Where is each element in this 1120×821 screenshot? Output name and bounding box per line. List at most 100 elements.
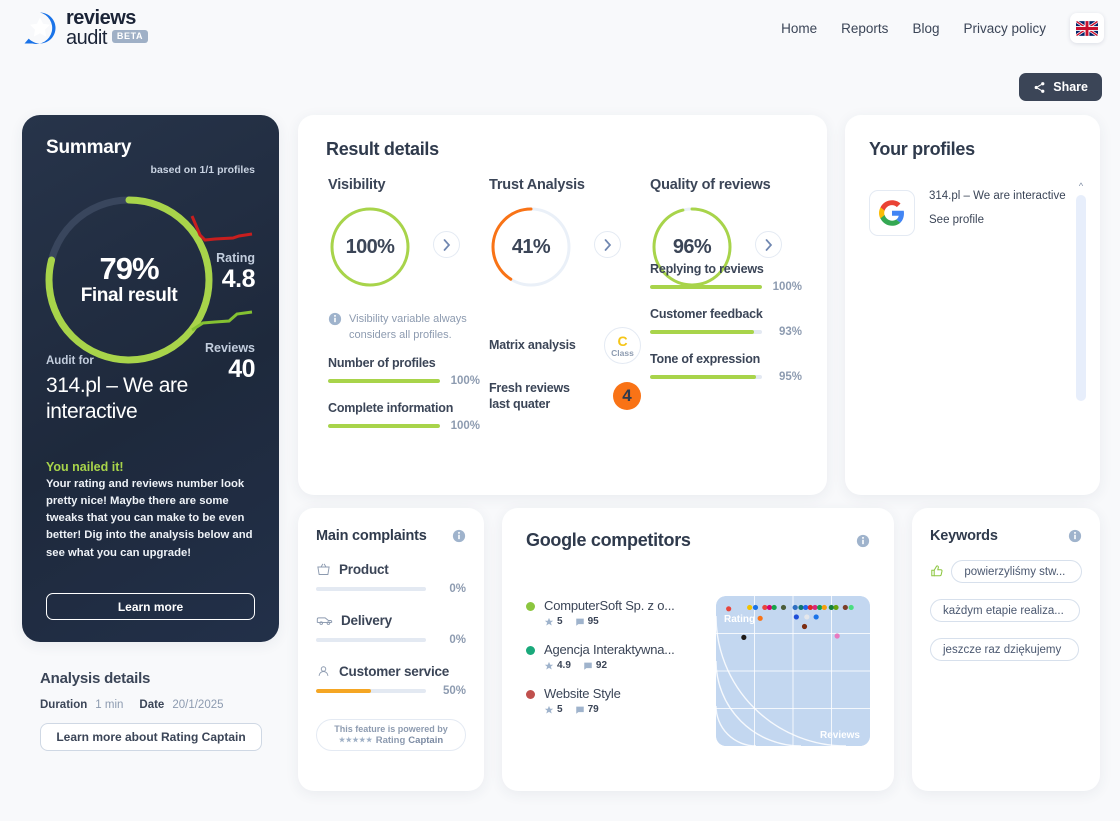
scroll-up-chevron-icon[interactable]: ^ [1076, 181, 1086, 191]
bar-tone-fill [650, 375, 757, 379]
profile-list-item[interactable]: 314.pl – We are interactive See profile [869, 190, 1076, 236]
info-icon[interactable] [452, 529, 466, 543]
beta-badge: BETA [111, 29, 149, 43]
metric-trust-analysis-value: 41% [511, 235, 551, 258]
svg-text:Reviews: Reviews [820, 730, 860, 741]
language-switcher[interactable] [1070, 13, 1104, 43]
comment-icon [575, 706, 584, 714]
complaint-product-track [316, 587, 426, 591]
metric-trust-analysis-expand-button[interactable] [594, 231, 621, 258]
reviews-audit-logo-icon [22, 10, 58, 46]
nav-item-reports[interactable]: Reports [841, 21, 888, 36]
person-icon [318, 666, 329, 676]
keyword-chip[interactable]: jeszcze raz dziękujemy [930, 638, 1079, 661]
summary-card: Summary based on 1/1 profiles 79% Final … [22, 115, 279, 642]
competitor-name: Agencja Interaktywna... [544, 642, 675, 657]
logo[interactable]: reviews audit BETA [22, 8, 149, 49]
chevron-right-icon [604, 238, 611, 251]
complaint-customer-service-value: 50% [442, 685, 466, 697]
complaint-product: Product 0% [316, 562, 466, 595]
metric-trust-analysis-title: Trust Analysis [489, 177, 585, 193]
bar-customer-feedback: Customer feedback 93% [650, 307, 802, 338]
metric-visibility-expand-button[interactable] [433, 231, 460, 258]
competitor-color-dot [526, 646, 535, 655]
date-label: Date [139, 699, 165, 711]
share-button[interactable]: Share [1019, 73, 1102, 101]
duration-label: Duration [40, 699, 88, 711]
nav-item-blog[interactable]: Blog [912, 21, 939, 36]
see-profile-link[interactable]: See profile [929, 214, 1066, 226]
competitor-rating: 4.9 [544, 660, 571, 671]
scrollbar-thumb[interactable] [1076, 195, 1086, 401]
rating-stat: Rating 4.8 [189, 213, 256, 293]
trust-breakdown: Matrix analysis C Class Fresh reviews la… [489, 327, 641, 429]
complaint-customer-service-label: Customer service [339, 664, 450, 679]
bar-replying-track [650, 285, 762, 289]
thumbs-up-icon [931, 565, 943, 577]
competitor-reviews: 92 [583, 660, 607, 671]
nav-item-home[interactable]: Home [781, 21, 817, 36]
comment-icon [584, 662, 592, 670]
bar-complete-information: Complete information 100% [328, 401, 480, 432]
bar-customer-feedback-label: Customer feedback [650, 307, 763, 321]
competitor-color-dot [526, 602, 535, 611]
main-complaints-header: Main complaints [316, 528, 466, 544]
basket-icon [317, 563, 330, 575]
keywords-header: Keywords [930, 528, 1082, 544]
metric-quality-of-reviews: Quality of reviews 96% Replying to revie… [650, 177, 810, 383]
logo-word-audit: audit [66, 27, 107, 49]
audit-for-label: Audit for [46, 355, 94, 367]
nav-item-privacy-policy[interactable]: Privacy policy [963, 21, 1046, 36]
profiles-scrollbar[interactable]: ^ [1076, 181, 1086, 401]
bar-replying-value: 100% [772, 281, 802, 293]
reviews-stat: Reviews 40 [189, 303, 256, 382]
logo-text: reviews audit BETA [66, 8, 149, 49]
metric-quality-expand-button[interactable] [755, 231, 782, 258]
competitor-item[interactable]: ComputerSoft Sp. z o... 5 95 [526, 598, 716, 627]
competitor-reviews: 95 [575, 616, 599, 627]
competitor-list: ComputerSoft Sp. z o... 5 95 Agencja Int… [526, 598, 716, 730]
info-icon[interactable] [856, 534, 870, 548]
competitors-header: Google competitors [526, 530, 870, 551]
competitor-item[interactable]: Website Style 5 79 [526, 686, 716, 715]
bar-complete-information-value: 100% [450, 419, 480, 432]
uk-flag-icon [1076, 20, 1098, 36]
complaint-delivery: Delivery 0% [316, 613, 466, 646]
keyword-chip[interactable]: każdym etapie realiza... [930, 599, 1080, 622]
competitor-rating: 5 [544, 704, 563, 715]
complaint-product-value: 0% [449, 583, 466, 595]
matrix-class-letter: C [617, 332, 628, 349]
info-icon[interactable] [1068, 529, 1082, 543]
info-icon [328, 312, 342, 326]
keywords-card: Keywords powierzyliśmy stw... każdym eta… [912, 508, 1100, 791]
reviews-sparkline [189, 303, 255, 340]
keyword-row: każdym etapie realiza... [930, 599, 1082, 622]
powered-by-rating-captain: This feature is powered by ★★★★★ Rating C… [316, 719, 466, 751]
powered-brand-1: Rating [375, 734, 406, 746]
svg-text:Rating: Rating [724, 614, 755, 625]
duration-value: 1 min [95, 699, 124, 711]
google-icon [869, 190, 915, 236]
competitors-scatter-plot: Rating Reviews [716, 596, 870, 746]
visibility-breakdown: Visibility variable always considers all… [328, 312, 480, 446]
rating-stat-value: 4.8 [221, 264, 256, 293]
trust-matrix-analysis: Matrix analysis C Class [489, 327, 641, 364]
keyword-chip[interactable]: powierzyliśmy stw... [951, 560, 1082, 583]
metric-visibility-title: Visibility [328, 177, 386, 193]
bar-number-of-profiles-value: 100% [450, 374, 480, 387]
metric-visibility-value: 100% [345, 235, 395, 258]
rating-captain-button[interactable]: Learn more about Rating Captain [40, 723, 262, 751]
bar-tone-label: Tone of expression [650, 352, 761, 366]
complaint-delivery-track [316, 638, 426, 642]
logo-line-2: audit BETA [66, 27, 149, 49]
bar-number-of-profiles-track [328, 378, 440, 383]
rating-sparkline [189, 213, 255, 250]
summary-learn-more-button[interactable]: Learn more [46, 593, 255, 620]
final-result-percent: 79% [99, 251, 159, 286]
result-metrics: Visibility 100% Visibility variable alwa… [298, 177, 827, 437]
site-header: reviews audit BETA Home Reports Blog Pri… [0, 0, 1120, 52]
summary-title: Summary [46, 137, 132, 158]
bar-complete-information-fill [328, 423, 440, 428]
visibility-note: Visibility variable always considers all… [328, 312, 480, 344]
competitor-item[interactable]: Agencja Interaktywna... 4.9 92 [526, 642, 716, 671]
